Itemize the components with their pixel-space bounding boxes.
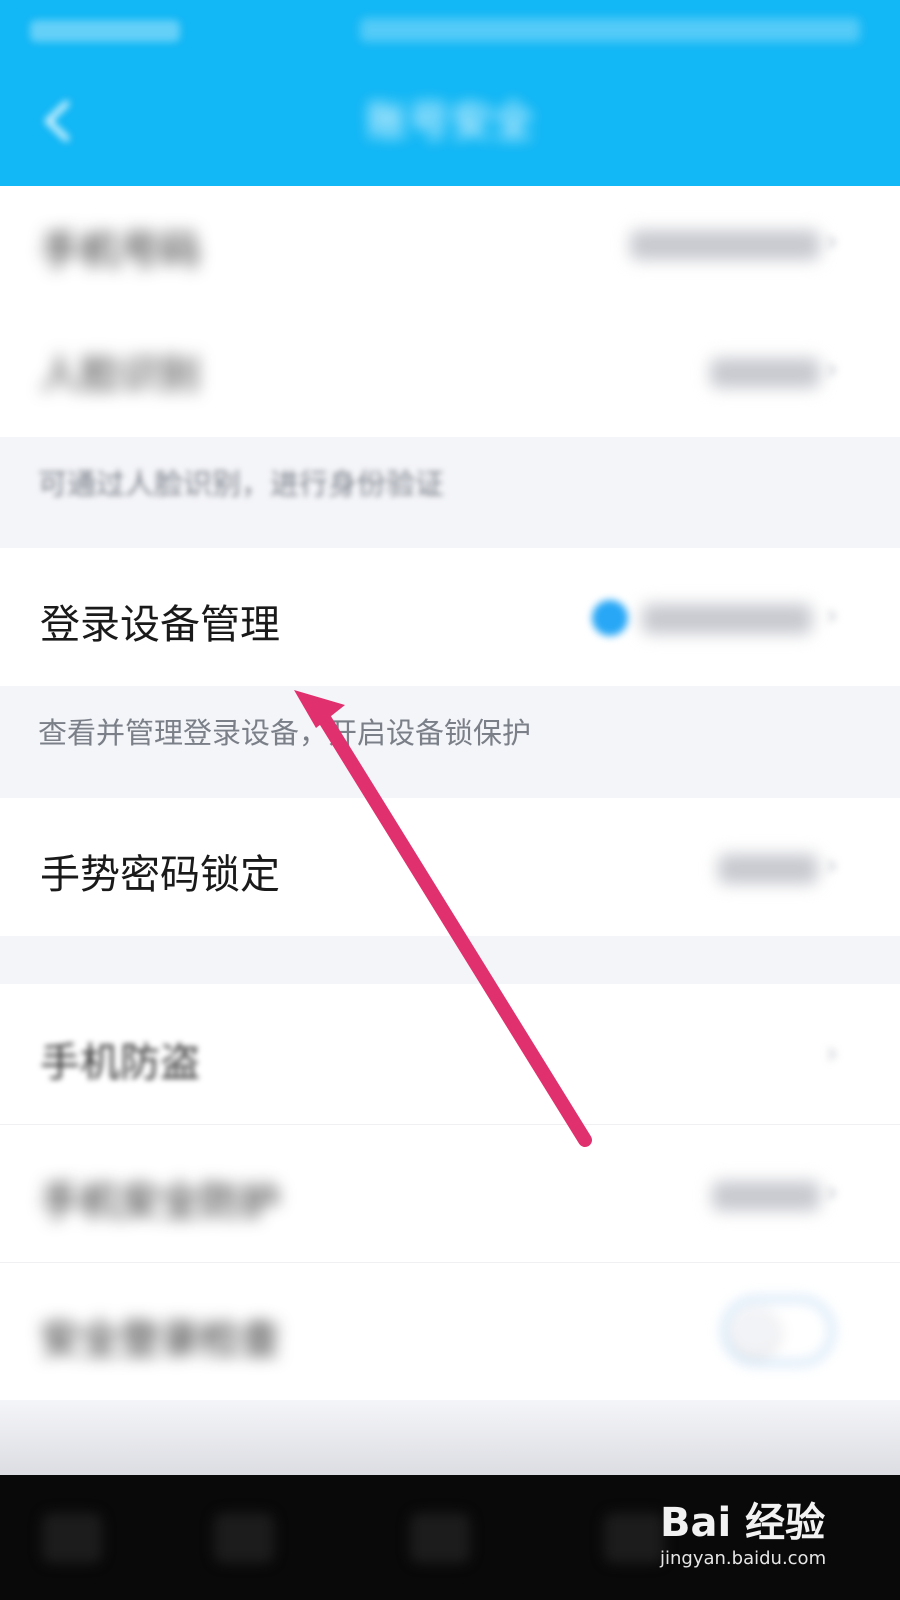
row-face-label: 人脸识别 <box>40 352 200 398</box>
chevron-right-icon: › <box>826 848 838 883</box>
face-description-text-inner: 可通过人脸识别，进行身份验证 <box>38 467 445 501</box>
row-gesture-lock[interactable]: 手势密码锁定 › <box>0 798 900 936</box>
row-security-toggle[interactable]: 安全登录检查 <box>0 1262 900 1401</box>
row-gesture-lock-value <box>718 854 818 884</box>
chevron-right-icon: › <box>826 1175 838 1210</box>
nav-menu-icon[interactable] <box>42 1513 102 1563</box>
row-gesture-lock-label: 手势密码锁定 <box>40 852 280 898</box>
row-phone-label: 手机号码 <box>40 228 200 274</box>
row-login-devices-label: 登录设备管理 <box>40 602 280 648</box>
chevron-right-icon: › <box>826 224 838 259</box>
chevron-right-icon: › <box>826 598 838 633</box>
row-phone-anti-theft[interactable]: 手机防盗 › <box>0 984 900 1124</box>
section-spacer <box>0 936 900 984</box>
nav-recents-icon[interactable] <box>604 1513 664 1563</box>
row-security-label: 手机安全防护 <box>40 1179 280 1225</box>
row-login-devices-value <box>642 604 812 634</box>
baidu-jingyan-watermark: Bai 经验 jingyan.baidu.com <box>660 1490 860 1590</box>
row-security-value <box>712 1181 820 1211</box>
security-toggle-switch[interactable] <box>722 1297 834 1365</box>
row-login-device-management[interactable]: 登录设备管理 › <box>0 548 900 686</box>
row-face-recognition[interactable]: 人脸识别 › <box>0 302 900 437</box>
status-bar <box>0 0 900 64</box>
back-arrow-icon[interactable] <box>36 96 86 146</box>
face-description-text: 可通过人脸识别，进行身份验证 <box>38 461 444 503</box>
login-devices-description-text: 查看并管理登录设备，开启设备锁保护 <box>38 716 532 750</box>
row-phone-security[interactable]: 手机安全防护 › <box>0 1124 900 1263</box>
status-carrier <box>30 20 180 42</box>
page-title: 账号安全 <box>365 97 534 146</box>
chevron-right-icon: › <box>826 1036 838 1071</box>
watermark-url: jingyan.baidu.com <box>660 1548 827 1569</box>
chevron-right-icon: › <box>826 352 838 387</box>
nav-back-icon[interactable] <box>214 1513 274 1563</box>
bottom-spacer <box>0 1400 900 1475</box>
row-phone-value <box>630 230 820 260</box>
device-lock-status-icon <box>592 600 628 636</box>
face-description: 可通过人脸识别，进行身份验证 <box>0 437 900 548</box>
row-phone[interactable]: 手机号码 › <box>0 186 900 302</box>
nav-home-icon[interactable] <box>410 1513 470 1563</box>
status-icons <box>360 18 860 42</box>
login-devices-description: 查看并管理登录设备，开启设备锁保护 <box>0 686 900 798</box>
row-face-value <box>710 358 820 388</box>
watermark-logo: Bai 经验 <box>660 1500 826 1546</box>
row-anti-theft-label: 手机防盗 <box>40 1040 200 1086</box>
row-toggle-label: 安全登录检查 <box>40 1317 280 1363</box>
toggle-knob <box>732 1307 780 1355</box>
